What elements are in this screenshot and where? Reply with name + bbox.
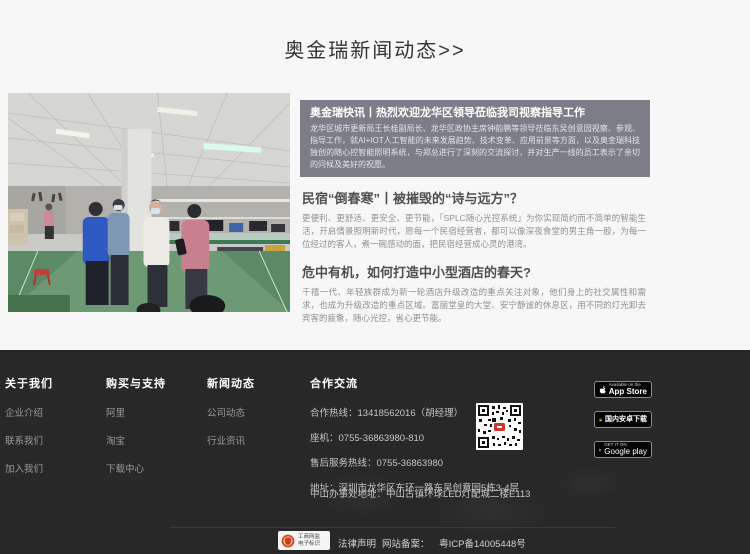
news-item-body: 千禧一代、年轻族群成为新一轮酒店升级改造的重点关注对象，他们身上的社交属性和需求… xyxy=(302,286,646,325)
office-address: 中山办事处地址：中山古镇环球LED灯配城二楼E113 xyxy=(310,486,530,500)
legal-statement-link[interactable]: 法律声明 xyxy=(338,536,376,550)
googleplay-badge-label: Google play xyxy=(604,448,647,456)
footer-column-support: 购买与支持 阿里 淘宝 下载中心 xyxy=(106,375,166,489)
icp-record: 网站备案： 粤ICP备14005448号 xyxy=(382,536,526,550)
footer: 关于我们 企业介绍 联系我们 加入我们 购买与支持 阿里 淘宝 下载中心 新闻动… xyxy=(0,350,750,554)
page-title[interactable]: 奥金瑞新闻动态>> xyxy=(0,34,750,63)
gongshang-emblem-icon xyxy=(281,534,295,548)
googleplay-icon xyxy=(599,444,601,456)
news-item[interactable]: 危中有机，如何打造中小型酒店的春天? 千禧一代、年轻族群成为新一轮酒店升级改造的… xyxy=(300,264,650,325)
appstore-badge[interactable]: Available on the App Store xyxy=(594,381,652,398)
news-item-title: 危中有机，如何打造中小型酒店的春天? xyxy=(302,264,646,282)
footer-divider xyxy=(170,527,615,528)
footer-column-about: 关于我们 企业介绍 联系我们 加入我们 xyxy=(5,375,53,489)
news-photo[interactable] xyxy=(8,93,290,312)
news-list: 奥金瑞快讯丨热烈欢迎龙华区领导莅临我司视察指导工作 龙华区城市更新局王长桂副局长… xyxy=(300,100,650,325)
gongshang-badge-line2: 电子标识 xyxy=(298,541,320,548)
footer-column-title: 合作交流 xyxy=(310,375,519,391)
googleplay-badge[interactable]: GET IT ON Google play xyxy=(594,441,652,458)
footer-link-industry-info[interactable]: 行业资讯 xyxy=(207,433,255,447)
android-badge-label: 国内安卓下载 xyxy=(605,416,647,423)
icp-record-label: 网站备案： xyxy=(382,539,430,550)
footer-column-title: 新闻动态 xyxy=(207,375,255,391)
qr-code xyxy=(476,403,523,450)
android-icon xyxy=(599,414,602,426)
footer-column-news: 新闻动态 公司动态 行业资讯 xyxy=(207,375,255,461)
app-badges: Available on the App Store 国内安卓 xyxy=(594,381,652,471)
news-item-body: 更便利、更舒适、更安全、更节能，「SPLC随心光控系统」为你实现简约而不简单的智… xyxy=(302,212,646,251)
news-item-title: 奥金瑞快讯丨热烈欢迎龙华区领导莅临我司视察指导工作 xyxy=(310,106,640,121)
footer-column-title: 购买与支持 xyxy=(106,375,166,391)
news-item-highlighted[interactable]: 奥金瑞快讯丨热烈欢迎龙华区领导莅临我司视察指导工作 龙华区城市更新局王长桂副局长… xyxy=(300,100,650,177)
footer-link-contact-us[interactable]: 联系我们 xyxy=(5,433,53,447)
gongshang-wangjian-badge[interactable]: 工商网监 电子标识 xyxy=(278,531,330,550)
news-item-body: 龙华区城市更新局王长桂副局长、龙华区政协主席钟韵鹏等领导莅临东吴创意园视察、参观… xyxy=(310,123,640,171)
footer-link-join-us[interactable]: 加入我们 xyxy=(5,461,53,475)
gongshang-badge-line1: 工商网监 xyxy=(298,534,320,541)
footer-link-download-center[interactable]: 下载中心 xyxy=(106,461,166,475)
footer-link-company-intro[interactable]: 企业介绍 xyxy=(5,405,53,419)
footer-link-ali[interactable]: 阿里 xyxy=(106,405,166,419)
android-download-badge[interactable]: 国内安卓下载 xyxy=(594,411,652,428)
footer-link-taobao[interactable]: 淘宝 xyxy=(106,433,166,447)
page: 奥金瑞新闻动态>> xyxy=(0,0,750,554)
apple-icon xyxy=(599,383,606,396)
news-item[interactable]: 民宿“倒春寒”丨被摧毁的“诗与远方”？ 更便利、更舒适、更安全、更节能，「SPL… xyxy=(300,190,650,251)
footer-column-title: 关于我们 xyxy=(5,375,53,391)
factory-photo-illustration xyxy=(8,93,290,312)
appstore-badge-label: App Store xyxy=(609,388,647,396)
news-item-title: 民宿“倒春寒”丨被摧毁的“诗与远方”？ xyxy=(302,190,646,208)
contact-service-hotline: 售后服务热线：0755-36863980 xyxy=(310,455,519,469)
footer-link-company-news[interactable]: 公司动态 xyxy=(207,405,255,419)
icp-record-number: 粤ICP备14005448号 xyxy=(439,539,526,550)
